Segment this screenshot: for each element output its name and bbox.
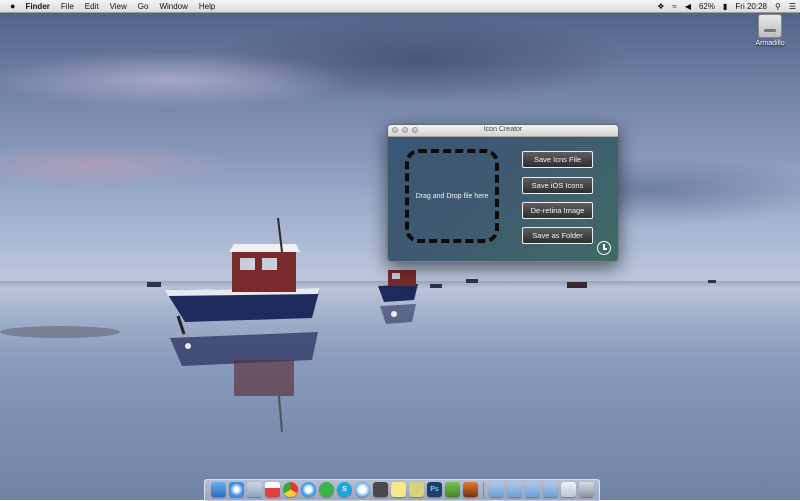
icon-creator-window: Icon Creator Drag and Drop file here Sav… bbox=[387, 124, 619, 262]
menu-view[interactable]: View bbox=[110, 2, 127, 11]
de-retina-button[interactable]: De-retina Image bbox=[522, 202, 593, 219]
dropbox-icon[interactable]: ❖ bbox=[657, 2, 664, 11]
finder-icon[interactable] bbox=[211, 482, 226, 497]
window-titlebar[interactable]: Icon Creator bbox=[388, 125, 618, 137]
history-clock-icon[interactable] bbox=[597, 241, 611, 255]
preview-icon[interactable] bbox=[247, 482, 262, 497]
dock-separator bbox=[483, 482, 484, 498]
battery-icon[interactable]: ▮ bbox=[723, 2, 727, 11]
folder-icon[interactable] bbox=[489, 482, 504, 497]
messages-icon[interactable] bbox=[355, 482, 370, 497]
menu-app-name[interactable]: Finder bbox=[25, 2, 49, 11]
drop-zone[interactable]: Drag and Drop file here bbox=[405, 149, 499, 243]
wifi-icon[interactable]: ≈ bbox=[672, 2, 676, 11]
drop-zone-label: Drag and Drop file here bbox=[415, 192, 489, 200]
volume-icon[interactable]: ◀ bbox=[685, 2, 691, 11]
apple-menu-icon[interactable]: ● bbox=[10, 1, 15, 11]
desktop-drive[interactable]: Armadillo bbox=[748, 14, 792, 47]
itunes-icon[interactable] bbox=[301, 482, 316, 497]
drive-label: Armadillo bbox=[755, 40, 785, 47]
stickies-icon[interactable] bbox=[391, 482, 406, 497]
calendar-icon[interactable] bbox=[265, 482, 280, 497]
save-as-folder-button[interactable]: Save as Folder bbox=[522, 227, 593, 244]
status-area: ❖ ≈ ◀ 62% ▮ Fri 20:28 ⚲ ☰ bbox=[649, 0, 796, 12]
trash-icon[interactable] bbox=[579, 482, 594, 497]
menu-bar: ● Finder File Edit View Go Window Help ❖… bbox=[0, 0, 800, 13]
image-app-icon[interactable] bbox=[463, 482, 478, 497]
notes-icon[interactable] bbox=[409, 482, 424, 497]
save-ios-icons-button[interactable]: Save iOS Icons bbox=[522, 177, 593, 194]
menu-file[interactable]: File bbox=[61, 2, 74, 11]
documents-icon[interactable] bbox=[543, 482, 558, 497]
network-icon[interactable] bbox=[373, 482, 388, 497]
menu-edit[interactable]: Edit bbox=[85, 2, 99, 11]
app-icon[interactable] bbox=[445, 482, 460, 497]
spotify-icon[interactable] bbox=[319, 482, 334, 497]
mail-icon[interactable] bbox=[561, 482, 576, 497]
photoshop-icon[interactable]: Ps bbox=[427, 482, 442, 497]
clock[interactable]: Fri 20:28 bbox=[735, 2, 767, 11]
window-title: Icon Creator bbox=[483, 126, 523, 133]
downloads-icon[interactable] bbox=[507, 482, 522, 497]
menu-go[interactable]: Go bbox=[138, 2, 149, 11]
hard-drive-icon[interactable] bbox=[758, 14, 782, 38]
skype-icon[interactable]: S bbox=[337, 482, 352, 497]
menu-help[interactable]: Help bbox=[199, 2, 215, 11]
battery-percent[interactable]: 62% bbox=[699, 2, 715, 11]
spotlight-icon[interactable]: ⚲ bbox=[775, 2, 781, 11]
safari-icon[interactable] bbox=[229, 482, 244, 497]
applications-icon[interactable] bbox=[525, 482, 540, 497]
save-icns-button[interactable]: Save Icns File bbox=[522, 151, 593, 168]
chrome-icon[interactable] bbox=[283, 482, 298, 497]
menu-window[interactable]: Window bbox=[159, 2, 187, 11]
list-icon[interactable]: ☰ bbox=[789, 2, 796, 11]
window-content: Drag and Drop file here Save Icns File S… bbox=[388, 137, 618, 261]
dock: S Ps bbox=[204, 479, 600, 501]
